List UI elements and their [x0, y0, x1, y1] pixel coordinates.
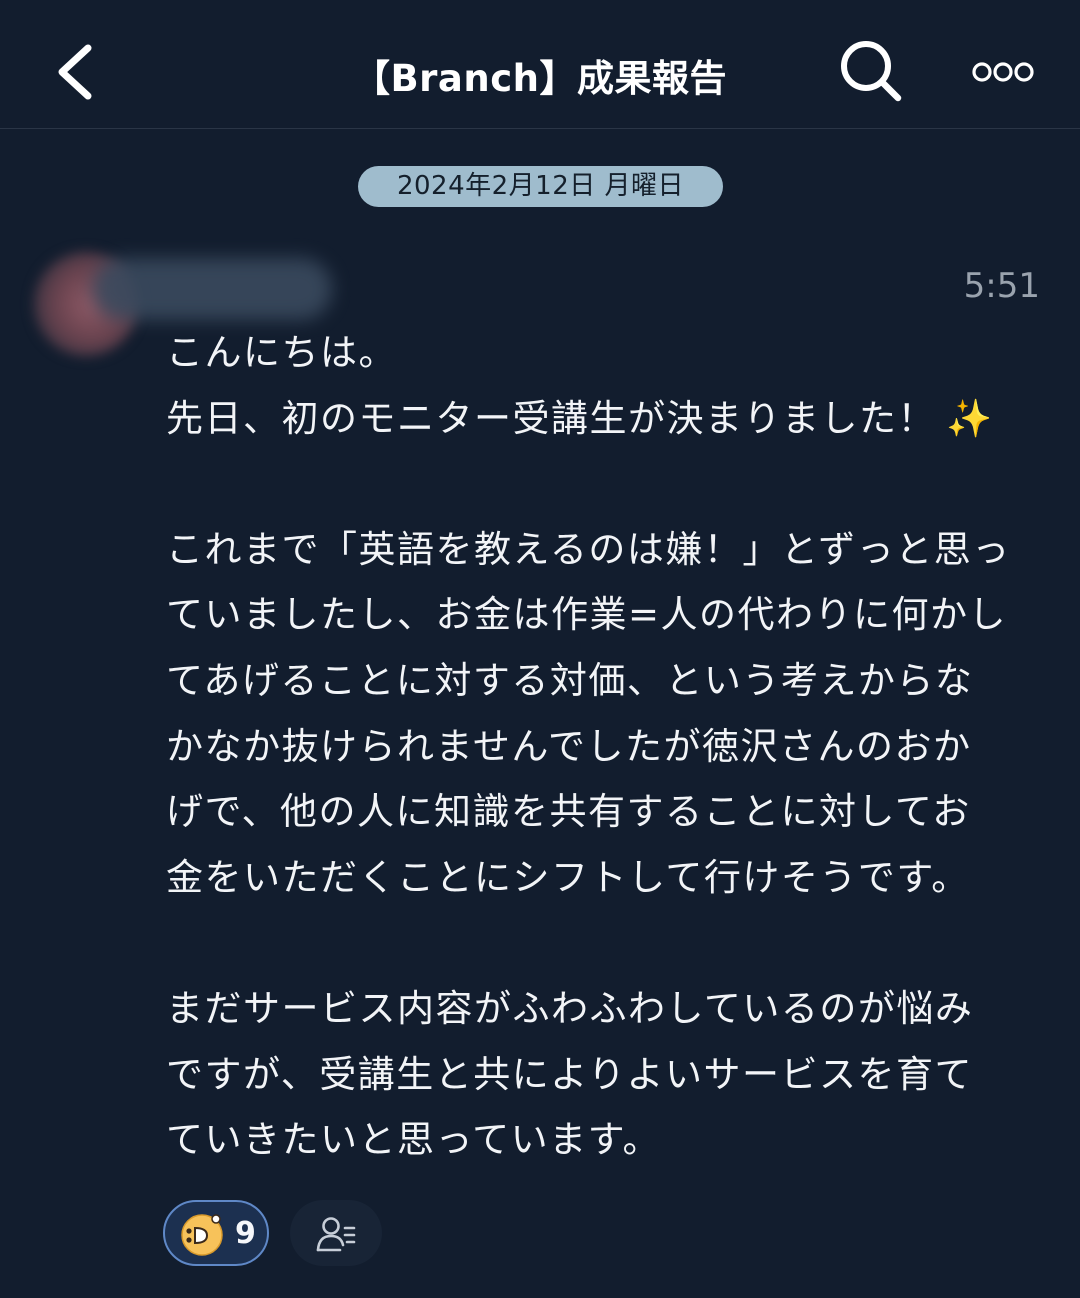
sparkles-emoji: ✨: [946, 396, 994, 440]
message-line: かなか抜けられませんでしたが徳沢さんのおか: [166, 724, 972, 768]
message-line: これまで「英語を教えるのは嫌！」とずっと思っ: [166, 527, 1011, 571]
search-icon: [841, 41, 902, 102]
message-line: 先日、初のモニター受講生が決まりました！ ✨: [166, 396, 994, 440]
message-timestamp: 5:51: [963, 266, 1040, 306]
message-line: まだサービス内容がふわふわしているのが悩み: [166, 986, 974, 1030]
message-line: ですが、受講生と共によりよいサービスを育て: [166, 1052, 974, 1096]
message-body: こんにちは。 先日、初のモニター受講生が決まりました！ ✨ これまで「英語を教える…: [166, 320, 1046, 1173]
message-line: [166, 451, 1046, 517]
message-line: ていましたし、お金は作業=人の代わりに何かし: [166, 593, 1008, 637]
message-line: てあげることに対する対価、という考えからな: [166, 658, 974, 702]
sender-name-redacted: [92, 258, 332, 320]
more-button[interactable]: [966, 52, 1042, 92]
message-line: こんにちは。: [166, 331, 397, 374]
message-line: げで、他の人に知識を共有することに対してお: [166, 790, 971, 834]
reaction-button[interactable]: 9: [163, 1200, 269, 1266]
readers-button[interactable]: [290, 1200, 382, 1266]
chat-title: 【Branch】成果報告: [352, 57, 728, 100]
more-dots-icon: [972, 62, 1034, 82]
message-line: [166, 910, 1046, 976]
reaction-count: 9: [235, 1216, 256, 1251]
message-line: ていきたいと思っています。: [166, 1118, 661, 1162]
readers-icon: [316, 1217, 356, 1252]
message-line: 金をいただくことにシフトして行けそうです。: [166, 855, 970, 899]
search-button[interactable]: [836, 36, 908, 108]
chat-header: 【Branch】成果報告: [0, 0, 1080, 129]
reaction-face-icon: [181, 1214, 223, 1256]
date-separator: 2024年2月12日 月曜日: [358, 166, 723, 207]
